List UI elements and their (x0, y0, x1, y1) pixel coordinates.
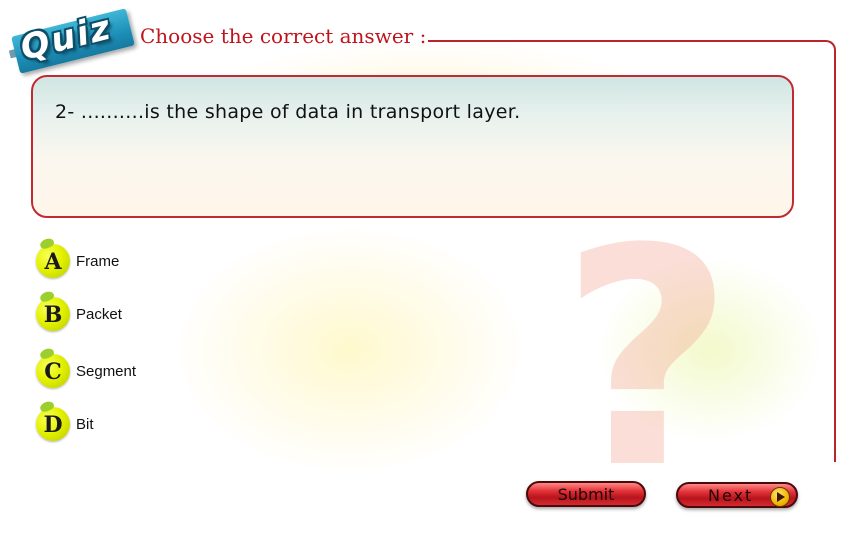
play-arrow-icon (770, 487, 790, 507)
page-title: Choose the correct answer : (140, 24, 427, 48)
option-label: Segment (76, 362, 137, 380)
option-a[interactable]: A Frame (36, 236, 120, 281)
question-box: 2- ..........is the shape of data in tra… (31, 75, 794, 218)
question-mark-watermark: ? (560, 185, 735, 534)
option-c[interactable]: C Segment (36, 346, 137, 391)
question-text: 2- ..........is the shape of data in tra… (55, 101, 521, 123)
option-label: Packet (76, 305, 122, 323)
background-glow (600, 260, 820, 440)
option-badge: B (36, 289, 70, 331)
option-d[interactable]: D Bit (36, 399, 94, 444)
next-button-label: Next (708, 485, 754, 505)
option-b[interactable]: B Packet (36, 289, 122, 334)
option-letter: D (43, 412, 63, 438)
option-letter: C (44, 359, 62, 385)
option-badge: D (36, 399, 70, 441)
option-badge: C (36, 346, 70, 388)
option-letter: A (44, 249, 62, 275)
option-letter: B (43, 302, 63, 328)
option-label: Bit (76, 415, 94, 433)
quiz-logo: Quiz (6, 4, 136, 74)
option-badge: A (36, 236, 70, 278)
option-label: Frame (76, 252, 120, 270)
submit-button[interactable]: Submit (526, 481, 646, 507)
title-divider (428, 40, 824, 42)
frame-border (822, 40, 836, 462)
next-button[interactable]: Next (676, 482, 798, 508)
background-glow (180, 230, 520, 470)
